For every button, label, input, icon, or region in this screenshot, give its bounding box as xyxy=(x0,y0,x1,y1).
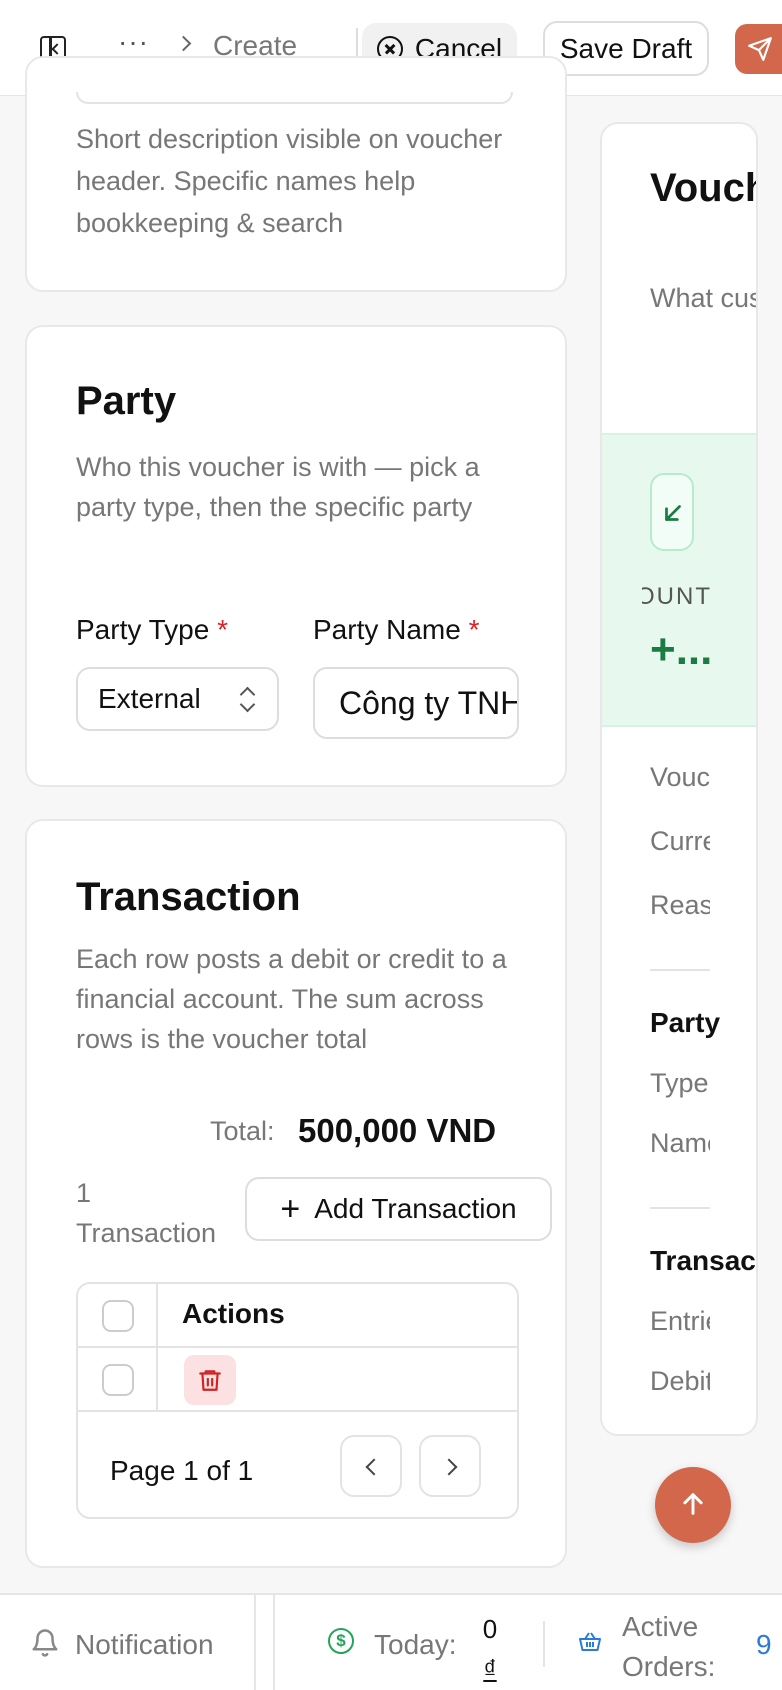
add-transaction-label: Add Transaction xyxy=(314,1193,517,1224)
party-type-label: Party Type * xyxy=(76,614,229,645)
arrow-up-icon xyxy=(683,1493,703,1515)
table-header-row: Actions xyxy=(78,1284,517,1348)
trash-icon xyxy=(199,1370,221,1391)
bell-icon xyxy=(32,1629,58,1657)
chevron-up-down-icon xyxy=(239,687,255,713)
submit-button[interactable] xyxy=(735,24,782,74)
preview-amount-value: +... xyxy=(650,625,710,674)
preview-divider xyxy=(650,1207,710,1209)
voucher-preview-panel: Voucher Preview What customers will see … xyxy=(600,122,758,1436)
transaction-card: Transaction Each row posts a debit or cr… xyxy=(25,819,567,1568)
status-divider xyxy=(273,1595,275,1690)
arrow-down-left-icon xyxy=(665,505,681,521)
status-bar: Notification $ Today: 0 ₫ Active Orders:… xyxy=(0,1593,782,1690)
today-value: 0 ₫ xyxy=(482,1614,498,1684)
preview-subtitle: What customers will see xyxy=(650,283,756,313)
row-select-cell xyxy=(78,1348,158,1410)
active-orders-value[interactable]: 9 xyxy=(756,1629,772,1661)
preview-row-name: Name xyxy=(650,1128,710,1158)
add-transaction-button[interactable]: + Add Transaction xyxy=(245,1177,552,1241)
preview-row-reason: Reason xyxy=(650,890,710,920)
transaction-table: Actions Page 1 of 1 xyxy=(76,1282,519,1519)
dollar-circle-icon: $ xyxy=(328,1628,354,1654)
next-page-button[interactable] xyxy=(419,1435,481,1497)
actions-column-header: Actions xyxy=(182,1298,285,1329)
preview-title: Voucher Preview xyxy=(650,166,756,210)
transaction-count: 1 Transaction xyxy=(76,1178,217,1248)
party-name-label: Party Name * xyxy=(313,614,480,645)
preview-transaction-heading: Transaction xyxy=(650,1245,756,1276)
preview-row-debit: Debit xyxy=(650,1366,710,1396)
party-card: Party Who this voucher is with — pick a … xyxy=(25,325,567,787)
preview-amount-banner: AMOUNT +... xyxy=(602,433,756,727)
delete-row-button[interactable] xyxy=(184,1355,236,1405)
row-checkbox[interactable] xyxy=(102,1364,134,1396)
preview-party-heading: Party xyxy=(650,1007,721,1038)
select-all-checkbox[interactable] xyxy=(102,1300,134,1332)
previous-page-button[interactable] xyxy=(340,1435,402,1497)
preview-row-entries: Entries xyxy=(650,1306,710,1336)
description-card: Short description visible on voucher hea… xyxy=(25,56,567,292)
select-all-cell xyxy=(78,1284,158,1346)
party-type-value: External xyxy=(98,683,201,714)
notification-button[interactable]: Notification xyxy=(0,1595,256,1690)
today-label: Today: xyxy=(374,1629,457,1660)
basket-icon xyxy=(579,1632,601,1651)
description-help-text: Short description visible on voucher hea… xyxy=(76,124,503,238)
preview-amount-label: AMOUNT xyxy=(642,583,712,610)
preview-row-currency: Currency xyxy=(650,826,710,856)
plus-icon: + xyxy=(280,1190,301,1228)
transaction-help-text: Each row posts a debit or credit to a fi… xyxy=(76,944,507,1054)
transaction-title: Transaction xyxy=(76,875,301,919)
preview-row-voucher: Voucher xyxy=(650,762,710,792)
status-divider xyxy=(543,1621,545,1667)
preview-row-type: Type xyxy=(650,1068,709,1098)
party-name-input[interactable]: Công ty TNHH xyxy=(313,667,519,739)
send-icon xyxy=(748,37,772,61)
total-value: 500,000 VND xyxy=(298,1112,497,1149)
pagination-label: Page 1 of 1 xyxy=(110,1455,254,1486)
table-row xyxy=(78,1348,517,1412)
total-label: Total: xyxy=(210,1116,275,1146)
notification-label: Notification xyxy=(75,1629,214,1660)
preview-divider xyxy=(650,969,710,971)
scroll-to-top-button[interactable] xyxy=(655,1467,731,1543)
breadcrumb-ellipsis[interactable]: ··· xyxy=(118,26,149,58)
active-orders-label: Active Orders: xyxy=(622,1611,716,1682)
save-draft-button[interactable]: Save Draft xyxy=(543,21,709,76)
party-help-text: Who this voucher is with — pick a party … xyxy=(76,452,480,522)
party-title: Party xyxy=(76,379,177,423)
chevron-right-icon xyxy=(175,35,192,52)
incoming-arrow-badge xyxy=(650,473,694,551)
party-type-select[interactable]: External xyxy=(76,667,279,731)
description-input[interactable] xyxy=(76,92,513,104)
